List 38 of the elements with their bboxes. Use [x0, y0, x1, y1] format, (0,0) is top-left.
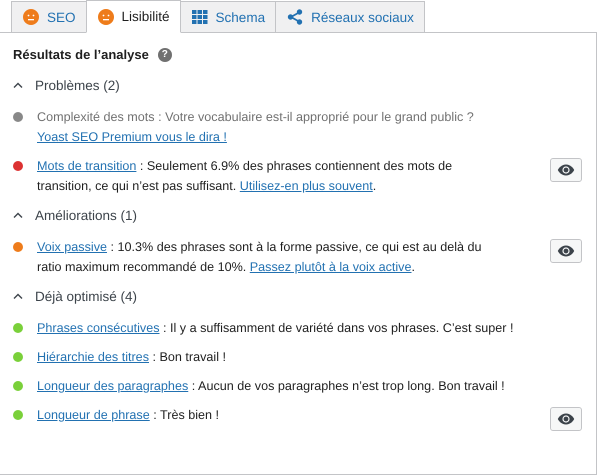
group-toggle[interactable]: Déjà optimisé (4) [13, 286, 138, 306]
tab[interactable]: Réseaux sociaux [275, 1, 425, 32]
result-link[interactable]: Hiérarchie des titres [37, 350, 149, 364]
eye-icon [557, 245, 575, 257]
share-icon [287, 9, 304, 25]
tab[interactable]: Schema [180, 1, 276, 32]
highlight-button[interactable] [550, 407, 582, 431]
result-text: Hiérarchie des titres : Bon travail ! [37, 349, 227, 366]
face-icon [23, 9, 39, 25]
result-link[interactable]: Mots de transition [37, 159, 136, 173]
eye-icon [557, 413, 575, 425]
chevron-icon [13, 212, 23, 218]
eye-icon [557, 164, 575, 176]
help-icon[interactable]: ? [158, 48, 172, 62]
section-heading: Résultats de l’analyse [13, 47, 149, 62]
group-toggle[interactable]: Problèmes (2) [13, 75, 120, 95]
tab[interactable]: SEO [11, 1, 87, 32]
result-link[interactable]: Longueur de phrase [37, 408, 150, 422]
grid-icon [192, 10, 208, 24]
result-text: Longueur des paragraphes : Aucun de vos paragraphes n’est trop long. Bon travail ! [37, 378, 506, 395]
result-link[interactable]: Phrases consécutives [37, 321, 160, 335]
result-link[interactable]: Longueur des paragraphes [37, 379, 188, 393]
result-link[interactable]: Yoast SEO Premium vous le dira ! [37, 130, 227, 144]
face-icon [98, 8, 114, 24]
tab[interactable]: Lisibilité [86, 0, 181, 33]
group-toggle[interactable]: Améliorations (1) [13, 205, 138, 225]
highlight-button[interactable] [550, 158, 582, 182]
result-text: Voix passive : 10.3% des phrases sont à la forme passive, ce qui est au delà du ratio maximum recommandé de 10%. Passez plutôt à la voix active. [37, 239, 483, 276]
result-text: Longueur de phrase : Très bien ! [37, 407, 220, 424]
highlight-button[interactable] [550, 239, 582, 263]
result-text: Phrases consécutives : Il y a suffisamment de variété dans vos phrases. C’est super ! [37, 320, 514, 337]
result-link[interactable]: Voix passive [37, 240, 108, 254]
chevron-icon [13, 82, 23, 88]
chevron-icon [13, 293, 23, 299]
result-link[interactable]: Utilisez-en plus souvent [240, 179, 373, 193]
result-link[interactable]: Passez plutôt à la voix active [250, 260, 412, 274]
result-text: Complexité des mots : Votre vocabulaire est-il approprié pour le grand public ? Yoast SEO Premium vous le dira ! [37, 109, 475, 146]
result-text: Mots de transition : Seulement 6.9% des phrases contiennent des mots de transition, ce qui n’est pas suffisant. Utilisez-en plus souvent. [37, 158, 454, 195]
